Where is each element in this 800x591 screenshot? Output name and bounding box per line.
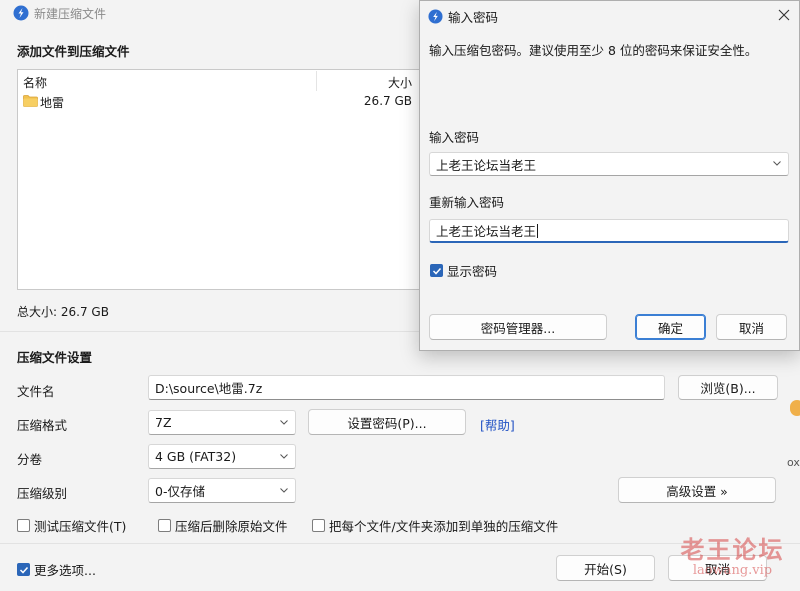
checkmark-icon	[432, 267, 442, 275]
checkbox-box[interactable]	[17, 519, 30, 532]
confirm-password-label: 重新输入密码	[429, 195, 505, 210]
watermark-title: 老王论坛	[680, 535, 785, 564]
split-label: 分卷	[17, 452, 43, 467]
delete-after-checkbox[interactable]: 压缩后删除原始文件	[158, 516, 288, 535]
format-label: 压缩格式	[17, 418, 68, 433]
more-options-checkbox[interactable]: 更多选项...	[17, 560, 96, 579]
checkmark-icon	[19, 566, 29, 574]
dialog-cancel-button[interactable]: 取消	[716, 314, 787, 340]
level-select[interactable]: 0-仅存储	[148, 478, 296, 503]
checkbox-box[interactable]	[430, 264, 443, 277]
column-header-name[interactable]: 名称	[23, 74, 47, 91]
window-title: 新建压缩文件	[34, 6, 107, 21]
filename-input[interactable]: D:\source\地雷.7z	[148, 375, 665, 400]
split-select[interactable]: 4 GB (FAT32)	[148, 444, 296, 469]
format-select[interactable]: 7Z	[148, 410, 296, 435]
password-dialog: 输入密码 输入压缩包密码。建议使用至少 8 位的密码来保证安全性。 输入密码 上…	[419, 0, 800, 351]
app-logo-icon	[428, 8, 443, 24]
password-label: 输入密码	[429, 130, 480, 145]
folder-icon	[23, 95, 38, 107]
dialog-description: 输入压缩包密码。建议使用至少 8 位的密码来保证安全性。	[429, 43, 758, 58]
confirm-password-input[interactable]: 上老王论坛当老王	[429, 219, 789, 243]
chevron-down-icon	[280, 419, 288, 425]
dialog-title: 输入密码	[448, 9, 499, 25]
column-header-size[interactable]: 大小	[388, 74, 412, 91]
test-archive-checkbox[interactable]: 测试压缩文件(T)	[17, 516, 126, 535]
background-app-icon	[790, 400, 800, 416]
checkbox-box[interactable]	[17, 563, 30, 576]
filename-label: 文件名	[17, 384, 55, 399]
total-size: 总大小: 26.7 GB	[17, 305, 109, 319]
dialog-button-bar: 密码管理器... 确定 取消	[420, 301, 799, 351]
advanced-settings-button[interactable]: 高级设置 »	[618, 477, 776, 503]
browse-button[interactable]: 浏览(B)...	[678, 375, 778, 400]
list-item[interactable]: 地雷 26.7 GB	[18, 93, 420, 111]
checkbox-box[interactable]	[312, 519, 325, 532]
watermark-url: laowang.vip	[692, 563, 773, 578]
separate-archives-checkbox[interactable]: 把每个文件/文件夹添加到单独的压缩文件	[312, 516, 558, 535]
file-size: 26.7 GB	[363, 94, 412, 108]
text-cursor	[537, 223, 539, 238]
settings-section-title: 压缩文件设置	[17, 350, 93, 365]
watermark: 老王论坛 laowang.vip	[670, 530, 795, 578]
chevron-down-icon	[280, 453, 288, 459]
file-list-header: 名称 大小	[18, 70, 420, 92]
file-list[interactable]: 名称 大小 地雷 26.7 GB	[17, 69, 421, 290]
dialog-titlebar[interactable]: 输入密码	[420, 1, 799, 31]
app-logo-icon	[13, 5, 29, 21]
file-name: 地雷	[40, 96, 65, 110]
start-button[interactable]: 开始(S)	[556, 555, 655, 581]
chevron-down-icon	[280, 487, 288, 493]
help-link[interactable]: [帮助]	[480, 415, 515, 434]
password-input[interactable]: 上老王论坛当老王	[429, 152, 789, 176]
set-password-button[interactable]: 设置密码(P)...	[308, 409, 466, 435]
add-section-title: 添加文件到压缩文件	[17, 44, 130, 59]
ok-button[interactable]: 确定	[635, 314, 706, 340]
level-label: 压缩级别	[17, 486, 68, 501]
checkbox-box[interactable]	[158, 519, 171, 532]
password-manager-button[interactable]: 密码管理器...	[429, 314, 607, 340]
close-icon[interactable]	[778, 9, 790, 21]
chevron-down-icon[interactable]	[773, 159, 781, 167]
background-app-text: ox	[787, 456, 800, 469]
column-divider[interactable]	[316, 71, 317, 91]
show-password-checkbox[interactable]: 显示密码	[430, 261, 497, 280]
